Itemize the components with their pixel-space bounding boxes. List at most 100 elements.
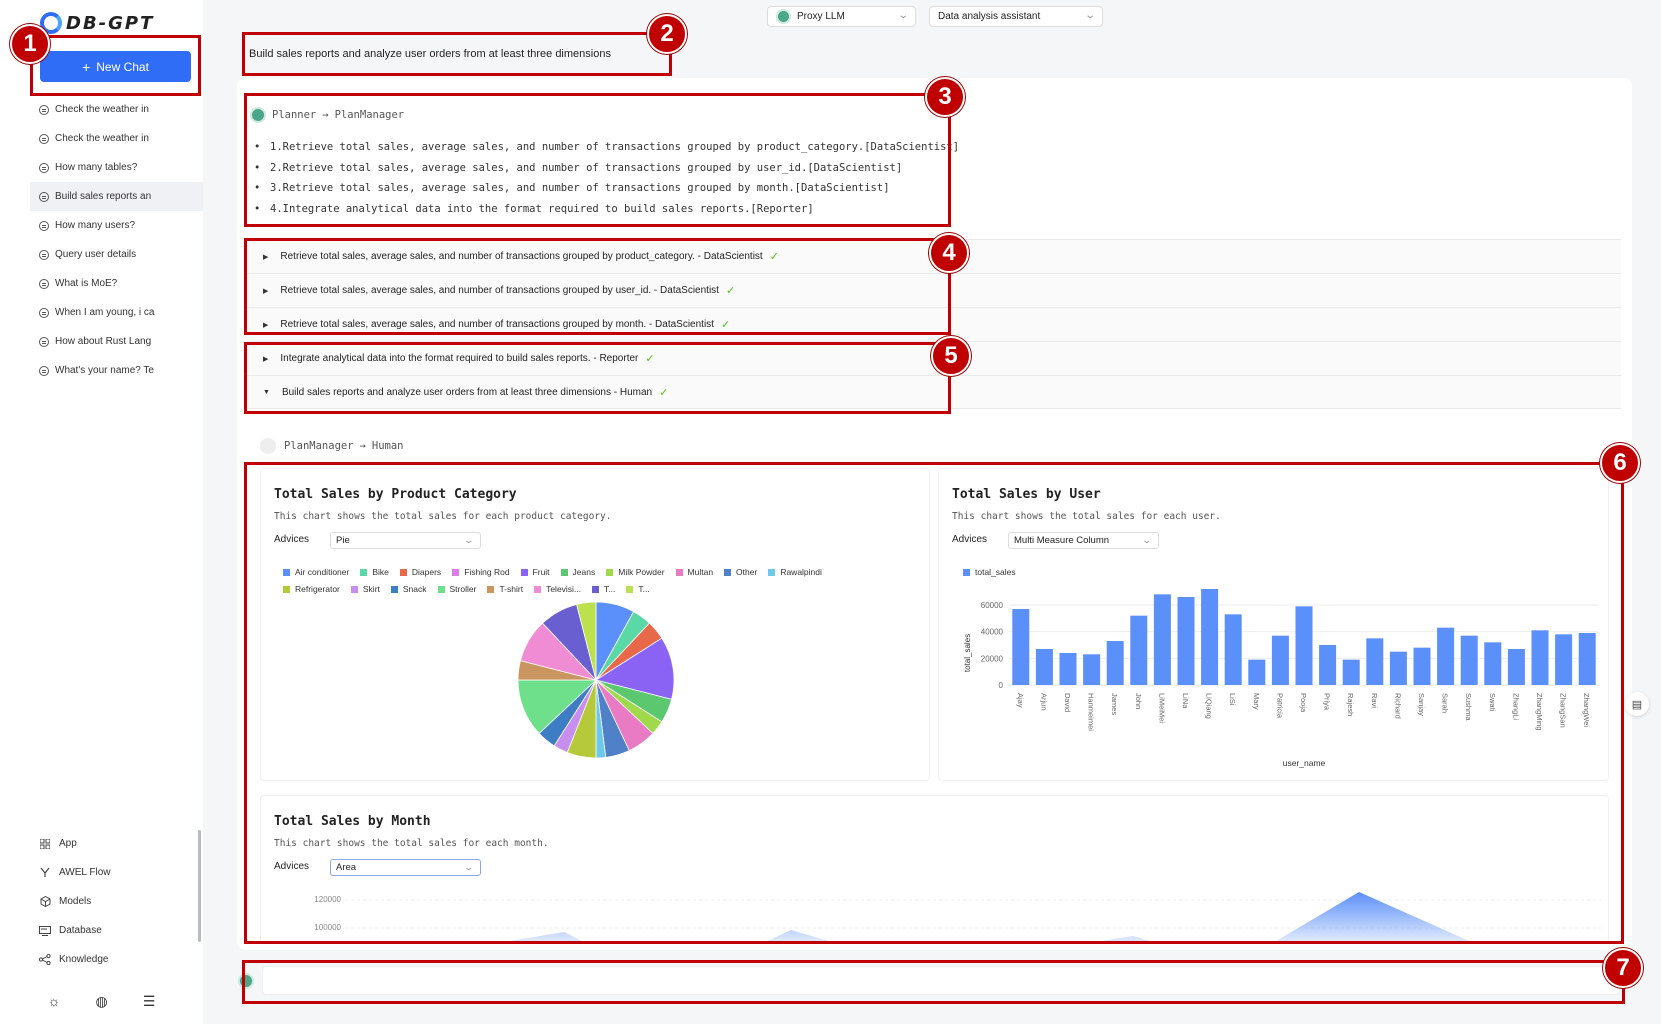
pie-slice[interactable] [517,679,598,734]
legend-swatch [283,568,290,576]
bar[interactable] [1271,635,1289,685]
bar[interactable] [1507,649,1525,685]
bar[interactable] [1437,627,1455,685]
pie-slice[interactable] [595,601,635,681]
legend-item[interactable]: T... [626,584,650,594]
nav-item-database[interactable]: Database [30,916,195,945]
pie-slice[interactable] [542,603,597,681]
nav-item-app[interactable]: App [30,829,195,858]
bar[interactable] [1201,589,1219,685]
pie-slice[interactable] [595,679,654,752]
annotation-badge-6: 6 [1600,443,1640,483]
chat-history-item[interactable]: Query user details [30,240,203,269]
pie-slice[interactable] [595,637,675,700]
globe-icon[interactable]: ◍ [96,993,108,1010]
chat-history-item[interactable]: How about Rust Lang [30,327,203,356]
bar[interactable] [1319,645,1337,685]
legend-item[interactable]: Skirt [350,584,380,594]
legend-item[interactable]: Televisi... [534,584,581,594]
pie-slice[interactable] [595,679,673,723]
chat-history-item[interactable]: What is MoE? [30,269,203,298]
legend-item[interactable]: T-shirt [487,584,523,594]
chat-history-item[interactable]: How many tables? [30,153,203,182]
bar[interactable] [1460,635,1478,685]
plan-step-5[interactable]: ▼ Build sales reports and analyze user or… [247,375,1621,409]
bar[interactable] [1248,659,1266,685]
legend-swatch [626,585,634,593]
bar[interactable] [1389,651,1407,685]
legend-item[interactable]: Jeans [560,567,595,577]
legend-item[interactable]: Multan [675,567,714,577]
bar[interactable] [1366,638,1384,685]
bar[interactable] [1083,654,1101,685]
pie-slice[interactable] [595,679,663,734]
bar[interactable] [1130,615,1148,685]
pie-slice[interactable] [576,601,597,681]
plan-step-2[interactable]: ▶ Retrieve total sales, average sales, an… [247,273,1621,307]
step-label: Retrieve total sales, average sales, and… [280,319,714,330]
bar[interactable] [1578,633,1596,685]
bar[interactable] [1012,609,1030,685]
bar[interactable] [1555,634,1573,685]
nav-item-models[interactable]: Models [30,887,195,916]
bar[interactable] [1059,653,1077,685]
chat-history-item[interactable]: Check the weather in [30,95,203,124]
bar[interactable] [1295,606,1313,685]
bar[interactable] [1153,594,1171,685]
chat-history-item[interactable]: How many users? [30,211,203,240]
pie-slice[interactable] [538,679,597,747]
menu-collapse-icon[interactable]: ☰ [143,993,156,1010]
legend-swatch [724,568,732,576]
chevron-down-icon: ⌄ [1083,10,1096,21]
bar[interactable] [1035,649,1053,685]
caret-right-icon: ▶ [263,287,269,295]
nav-item-awel-flow[interactable]: AWEL Flow [30,858,195,887]
pie-slice[interactable] [553,679,597,754]
legend-item[interactable]: Bike [360,567,389,577]
pie-slice[interactable] [519,622,598,681]
legend-item[interactable]: Refrigerator [283,584,340,594]
chat-history-item[interactable]: What's your name? Te [30,356,203,385]
bar[interactable] [1177,597,1195,685]
chat-history-label: Build sales reports an [55,191,152,202]
legend-label: Multan [687,567,714,577]
nav-item-knowledge[interactable]: Knowledge [30,945,195,974]
assistant-select[interactable]: Data analysis assistant ⌄ [929,6,1103,27]
pie-slice[interactable] [517,660,597,681]
pie-slice[interactable] [595,622,663,681]
legend-item[interactable]: Snack [390,584,427,594]
legend-item[interactable]: Air conditioner [283,567,349,577]
legend-item[interactable]: Other [724,567,757,577]
bar[interactable] [1531,630,1549,685]
chat-input[interactable] [262,966,1620,995]
legend-item[interactable]: Rawalpindi [768,567,822,577]
model-select[interactable]: Proxy LLM ⌄ [767,6,916,27]
bar[interactable] [1342,659,1360,685]
sidebar-scrollbar[interactable] [198,830,201,942]
new-chat-button[interactable]: + New Chat [40,51,191,82]
plan-item: 3.Retrieve total sales, average sales, a… [254,178,959,199]
legend-item[interactable]: Diapers [399,567,441,577]
pie-slice[interactable] [595,679,607,759]
legend-item[interactable]: T... [592,584,615,594]
plan-step-3[interactable]: ▶ Retrieve total sales, average sales, an… [247,307,1621,341]
legend-swatch [675,568,683,576]
chart-type-select[interactable]: Pie ⌄ [330,532,481,549]
document-icon[interactable]: ▤ [1625,692,1649,716]
bar[interactable] [1106,641,1124,685]
bar[interactable] [1413,647,1431,685]
sun-icon[interactable]: ☼ [48,993,61,1010]
legend-item[interactable]: Stroller [437,584,476,594]
pie-slice[interactable] [566,679,597,759]
chat-history-item[interactable]: When I am young, i ca [30,298,203,327]
chat-history-item[interactable]: Build sales reports an [30,182,203,211]
legend-item[interactable]: Fishing Rod [452,567,510,577]
bar[interactable] [1484,642,1502,685]
chart-type-value: Pie [336,535,350,546]
chat-history-item[interactable]: Check the weather in [30,124,203,153]
pie-slice[interactable] [595,611,650,681]
legend-item[interactable]: Fruit [520,567,550,577]
pie-slice[interactable] [595,679,630,758]
legend-item[interactable]: Milk Powder [606,567,665,577]
bar[interactable] [1224,614,1242,685]
